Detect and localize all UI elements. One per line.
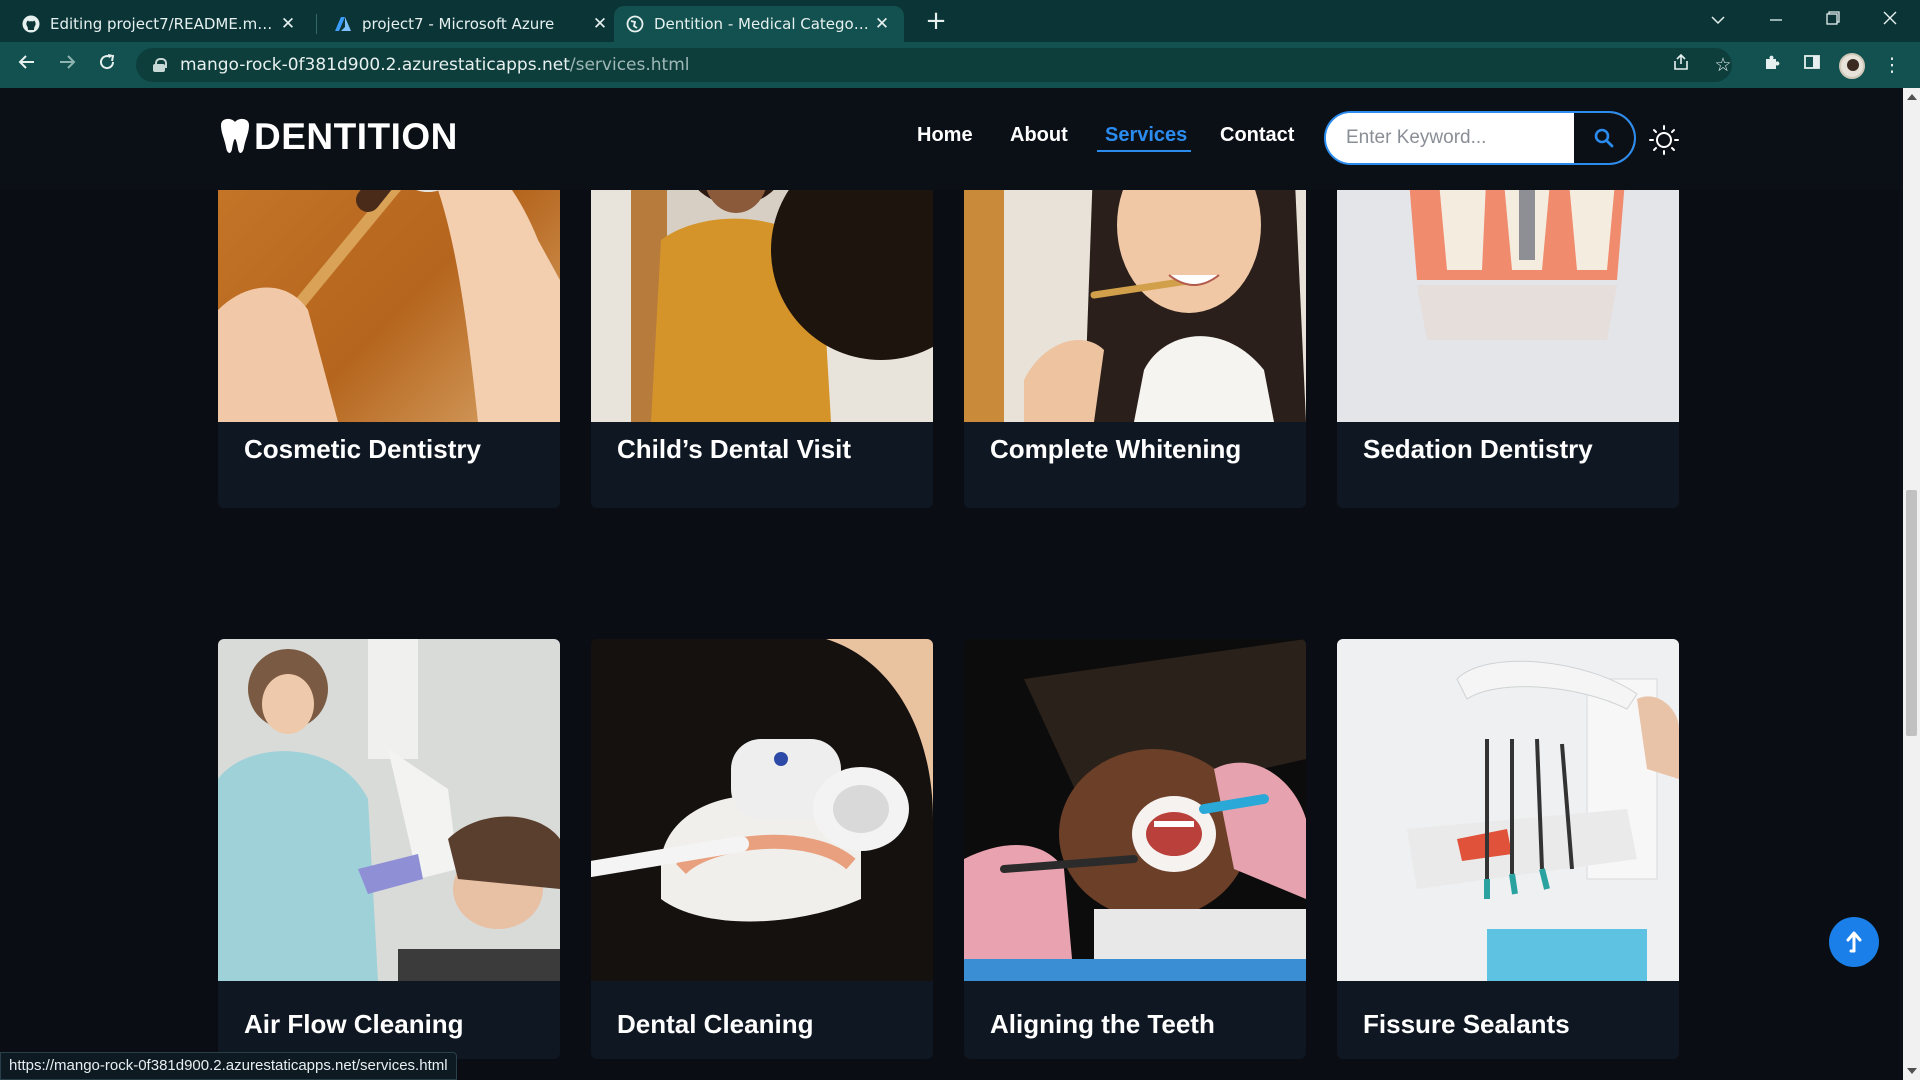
- dentist-xray-photo: [218, 639, 560, 981]
- nav-contact[interactable]: Contact: [1220, 124, 1294, 147]
- active-nav-underline: [1097, 150, 1191, 152]
- tooth-icon: [221, 118, 249, 153]
- url-path: /services.html: [569, 55, 690, 75]
- azure-icon: [334, 15, 352, 33]
- tab-separator: [316, 14, 317, 34]
- close-tab-icon[interactable]: ✕: [872, 14, 892, 34]
- close-window-icon[interactable]: [1870, 4, 1910, 36]
- restore-icon[interactable]: [1813, 4, 1853, 36]
- search-icon: [1594, 128, 1614, 148]
- brand-logo[interactable]: DENTITION: [218, 116, 458, 158]
- sun-icon[interactable]: [1648, 124, 1680, 156]
- address-bar[interactable]: mango-rock-0f381d900.2.azurestaticapps.n…: [136, 48, 1732, 82]
- link-status-bar: https://mango-rock-0f381d900.2.azurestat…: [0, 1052, 457, 1080]
- minimize-icon[interactable]: [1756, 4, 1796, 36]
- dental-model-brush-photo: [591, 639, 933, 981]
- bookmark-star-icon[interactable]: ☆: [1708, 50, 1738, 80]
- service-title: Complete Whitening: [990, 434, 1242, 464]
- browser-tab-azure[interactable]: project7 - Microsoft Azure ✕: [322, 6, 622, 42]
- close-tab-icon[interactable]: ✕: [590, 14, 610, 34]
- browser-toolbar: mango-rock-0f381d900.2.azurestaticapps.n…: [0, 42, 1920, 88]
- service-title: Aligning the Teeth: [990, 1009, 1215, 1039]
- tab-search-chevron-icon[interactable]: [1698, 4, 1738, 36]
- search-button[interactable]: [1574, 113, 1634, 163]
- site-header: DENTITION Home About Services Contact: [0, 88, 1903, 190]
- service-title: Sedation Dentistry: [1363, 434, 1593, 464]
- back-arrow-icon[interactable]: [12, 50, 42, 80]
- extensions-puzzle-icon[interactable]: [1757, 50, 1787, 80]
- nav-services[interactable]: Services: [1105, 124, 1187, 147]
- new-tab-icon[interactable]: +: [922, 8, 950, 36]
- service-card[interactable]: Fissure Sealants: [1337, 639, 1679, 1059]
- brand-name: DENTITION: [254, 116, 458, 157]
- scrollbar-thumb[interactable]: [1906, 490, 1917, 736]
- tab-title: project7 - Microsoft Azure: [362, 15, 555, 33]
- arrow-up-icon: [1846, 931, 1862, 953]
- browser-tab-dentition[interactable]: Dentition - Medical Category Bootstrap ✕: [614, 6, 904, 42]
- url-host: mango-rock-0f381d900.2.azurestaticapps.n…: [180, 55, 570, 75]
- service-title: Child’s Dental Visit: [617, 434, 852, 464]
- nav-about[interactable]: About: [1010, 124, 1068, 147]
- nav-home[interactable]: Home: [917, 124, 973, 147]
- patient-retractor-photo: [964, 639, 1306, 981]
- close-tab-icon[interactable]: ✕: [278, 14, 298, 34]
- back-to-top-button[interactable]: [1829, 917, 1879, 967]
- service-card[interactable]: Aligning the Teeth: [964, 639, 1306, 1059]
- dental-chair-tools-photo: [1337, 639, 1679, 981]
- menu-kebab-icon[interactable]: ⋮: [1877, 50, 1907, 80]
- service-title: Fissure Sealants: [1363, 1009, 1570, 1039]
- forward-arrow-icon[interactable]: [52, 50, 82, 80]
- service-title: Dental Cleaning: [617, 1009, 814, 1039]
- page-scrollbar[interactable]: [1903, 88, 1920, 1080]
- scroll-down-arrow-icon[interactable]: [1907, 1068, 1917, 1074]
- search-box: [1324, 111, 1636, 165]
- tab-title: Editing project7/README.md at main: [50, 15, 278, 33]
- share-icon[interactable]: [1666, 50, 1696, 80]
- tab-title: Dentition - Medical Category Bootstrap: [654, 15, 872, 33]
- side-panel-icon[interactable]: [1797, 50, 1827, 80]
- github-icon: [22, 15, 40, 33]
- service-title: Air Flow Cleaning: [244, 1009, 464, 1039]
- service-card[interactable]: Air Flow Cleaning: [218, 639, 560, 1059]
- browser-tab-github[interactable]: Editing project7/README.md at main ✕: [10, 6, 310, 42]
- service-card[interactable]: Dental Cleaning: [591, 639, 933, 1059]
- page-viewport: Cosmetic Dentistry Child’s Dental Visit: [0, 88, 1903, 1080]
- reload-icon[interactable]: [92, 50, 122, 80]
- profile-avatar[interactable]: [1839, 53, 1865, 79]
- globe-icon: [626, 15, 644, 33]
- scroll-up-arrow-icon[interactable]: [1907, 94, 1917, 100]
- browser-tab-strip: Editing project7/README.md at main ✕ pro…: [0, 0, 1920, 42]
- lock-icon: [152, 58, 167, 72]
- service-title: Cosmetic Dentistry: [244, 434, 481, 464]
- search-input[interactable]: [1326, 113, 1574, 163]
